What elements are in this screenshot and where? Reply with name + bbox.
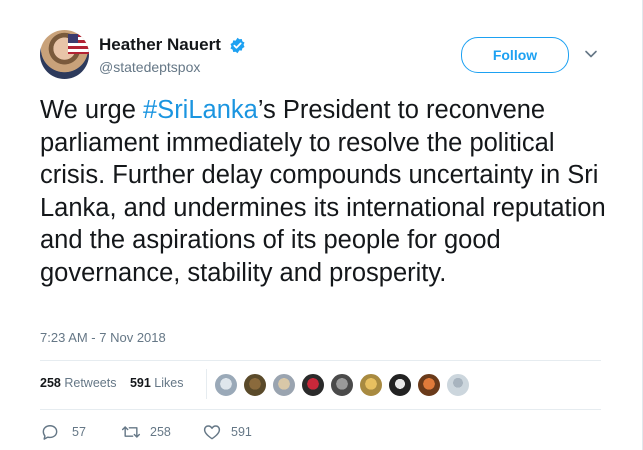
reply-button[interactable]: 57 [40,421,100,443]
liker-avatar[interactable] [243,373,267,397]
liker-avatar[interactable] [446,373,470,397]
divider [40,409,601,410]
retweet-button[interactable]: 258 [120,421,190,443]
author-display-name[interactable]: Heather Nauert [99,35,221,55]
stats-separator [206,369,207,399]
tweet-timestamp[interactable]: 7:23 AM - 7 Nov 2018 [40,330,166,345]
reply-icon [42,425,58,440]
chevron-down-icon[interactable] [584,47,598,61]
retweets-stat-count: 258 [40,376,61,390]
retweet-icon [121,426,141,438]
like-count: 591 [231,425,252,439]
liker-avatar[interactable] [359,373,383,397]
liker-avatar[interactable] [330,373,354,397]
like-button[interactable]: 591 [202,421,272,443]
liker-avatar[interactable] [417,373,441,397]
likes-stat[interactable]: 591 Likes [130,376,184,390]
liker-avatar[interactable] [301,373,325,397]
heart-icon [203,425,221,440]
retweets-stat[interactable]: 258 Retweets [40,376,116,390]
retweet-count: 258 [150,425,171,439]
retweets-stat-label: Retweets [64,376,117,390]
author-name-block[interactable]: Heather Nauert [99,35,246,55]
likes-stat-count: 591 [129,376,151,390]
tweet-stats: 258 Retweets 591 Likes [40,376,193,390]
tweet-text-lead: We urge [40,96,143,124]
tweet-text-rest: ’s President to reconvene parliament imm… [40,96,606,287]
follow-button[interactable]: Follow [461,37,569,73]
tweet-text: We urge #SriLanka’s President to reconve… [40,94,620,289]
reply-count: 57 [72,425,86,439]
hashtag-link[interactable]: #SriLanka [143,96,258,124]
author-avatar[interactable] [40,30,89,79]
author-handle[interactable]: @statedeptspox [99,59,200,75]
liker-avatar[interactable] [214,373,238,397]
verified-badge-icon [230,37,245,53]
likes-stat-label: Likes [154,376,184,390]
tweet-card: Heather Nauert @statedeptspox Follow We … [0,0,642,450]
liker-avatar[interactable] [388,373,412,397]
avatar-flag [68,34,89,54]
divider [40,360,601,361]
liker-avatar[interactable] [272,373,296,397]
